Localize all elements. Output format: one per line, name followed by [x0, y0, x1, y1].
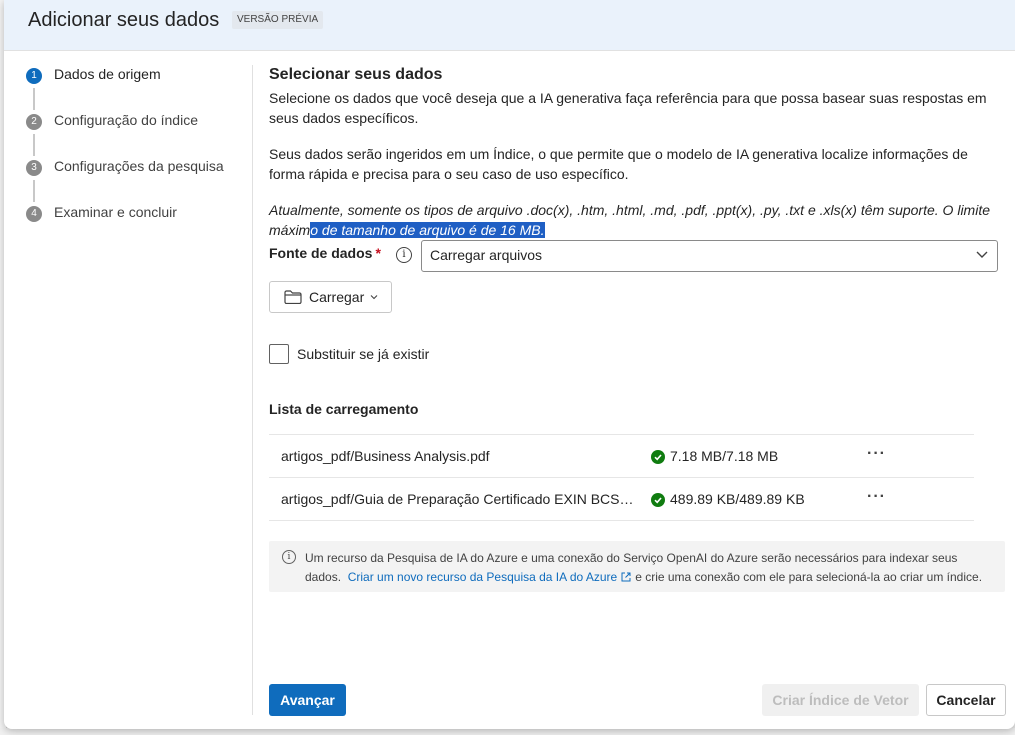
section-heading: Selecionar seus dados: [269, 66, 443, 83]
file-size: 489.89 KB/489.89 KB: [670, 491, 805, 507]
create-vector-index-button[interactable]: Criar Índice de Vetor: [762, 684, 919, 716]
file-name: artigos_pdf/Guia de Preparação Certifica…: [281, 491, 636, 507]
step-label: Examinar e concluir: [54, 204, 177, 220]
file-types-note: Atualmente, somente os tipos de arquivo …: [269, 200, 1007, 240]
step-number: 4: [26, 206, 42, 222]
vertical-divider: [252, 65, 253, 715]
step-label: Dados de origem: [54, 66, 161, 82]
ingestion-text: Seus dados serão ingeridos em um Índice,…: [269, 146, 968, 182]
step-index-config[interactable]: 2 Configuração do índice: [26, 112, 256, 134]
data-source-value: Carregar arquivos: [430, 247, 543, 263]
step-search-settings[interactable]: 3 Configurações da pesquisa: [26, 158, 256, 180]
more-options-icon[interactable]: ···: [867, 488, 886, 506]
step-connector: [33, 180, 35, 202]
dialog-header: Adicionar seus dados VERSÃO PRÉVIA: [4, 0, 1015, 51]
step-review-finish[interactable]: 4 Examinar e concluir: [26, 204, 256, 226]
checkmark-circle-icon: [651, 450, 665, 464]
file-size: 7.18 MB/7.18 MB: [670, 448, 779, 464]
data-source-dropdown[interactable]: Carregar arquivos: [421, 240, 998, 272]
overwrite-checkbox[interactable]: [269, 344, 289, 364]
info-icon[interactable]: i: [396, 247, 412, 263]
upload-button[interactable]: Carregar: [269, 281, 392, 313]
step-connector: [33, 134, 35, 156]
external-link-icon: [621, 572, 631, 582]
required-mark: *: [375, 245, 381, 261]
add-data-dialog: Adicionar seus dados VERSÃO PRÉVIA 1 Dad…: [4, 0, 1015, 729]
next-button[interactable]: Avançar: [269, 684, 346, 716]
info-notice: i Um recurso da Pesquisa de IA do Azure …: [269, 541, 1005, 592]
more-options-icon[interactable]: ···: [867, 445, 886, 463]
dialog-title: Adicionar seus dados: [28, 9, 220, 31]
upload-row: artigos_pdf/Business Analysis.pdf 7.18 M…: [269, 435, 974, 478]
step-connector: [33, 88, 35, 110]
preview-badge: VERSÃO PRÉVIA: [232, 11, 324, 29]
description-text: Selecione os dados que você deseja que a…: [269, 90, 987, 126]
step-label: Configurações da pesquisa: [54, 158, 224, 174]
info-icon: i: [282, 550, 296, 564]
step-source-data[interactable]: 1 Dados de origem: [26, 66, 256, 88]
notice-text-after: e crie uma conexão com ele para selecion…: [635, 570, 983, 584]
folder-icon: [284, 290, 302, 304]
step-number: 3: [26, 160, 42, 176]
data-source-label: Fonte de dados *: [269, 245, 381, 261]
step-number: 2: [26, 114, 42, 130]
selected-text: o de tamanho de arquivo é de 16 MB.: [310, 222, 545, 238]
upload-list: artigos_pdf/Business Analysis.pdf 7.18 M…: [269, 434, 974, 521]
step-number: 1: [26, 68, 42, 84]
cancel-button[interactable]: Cancelar: [926, 684, 1006, 716]
step-label: Configuração do índice: [54, 112, 198, 128]
overwrite-label[interactable]: Substituir se já existir: [297, 346, 429, 362]
background-app-bottom: [0, 728, 1015, 735]
file-name: artigos_pdf/Business Analysis.pdf: [281, 448, 490, 464]
upload-row: artigos_pdf/Guia de Preparação Certifica…: [269, 478, 974, 521]
notice-text: Um recurso da Pesquisa de IA do Azure e …: [305, 549, 995, 587]
upload-list-title: Lista de carregamento: [269, 401, 419, 417]
upload-button-label: Carregar: [309, 289, 365, 305]
data-source-label-text: Fonte de dados: [269, 245, 373, 261]
chevron-down-icon: [976, 251, 988, 258]
checkmark-circle-icon: [651, 493, 665, 507]
create-search-resource-link[interactable]: Criar um novo recurso da Pesquisa da IA …: [348, 570, 617, 584]
chevron-down-icon: [370, 295, 378, 300]
